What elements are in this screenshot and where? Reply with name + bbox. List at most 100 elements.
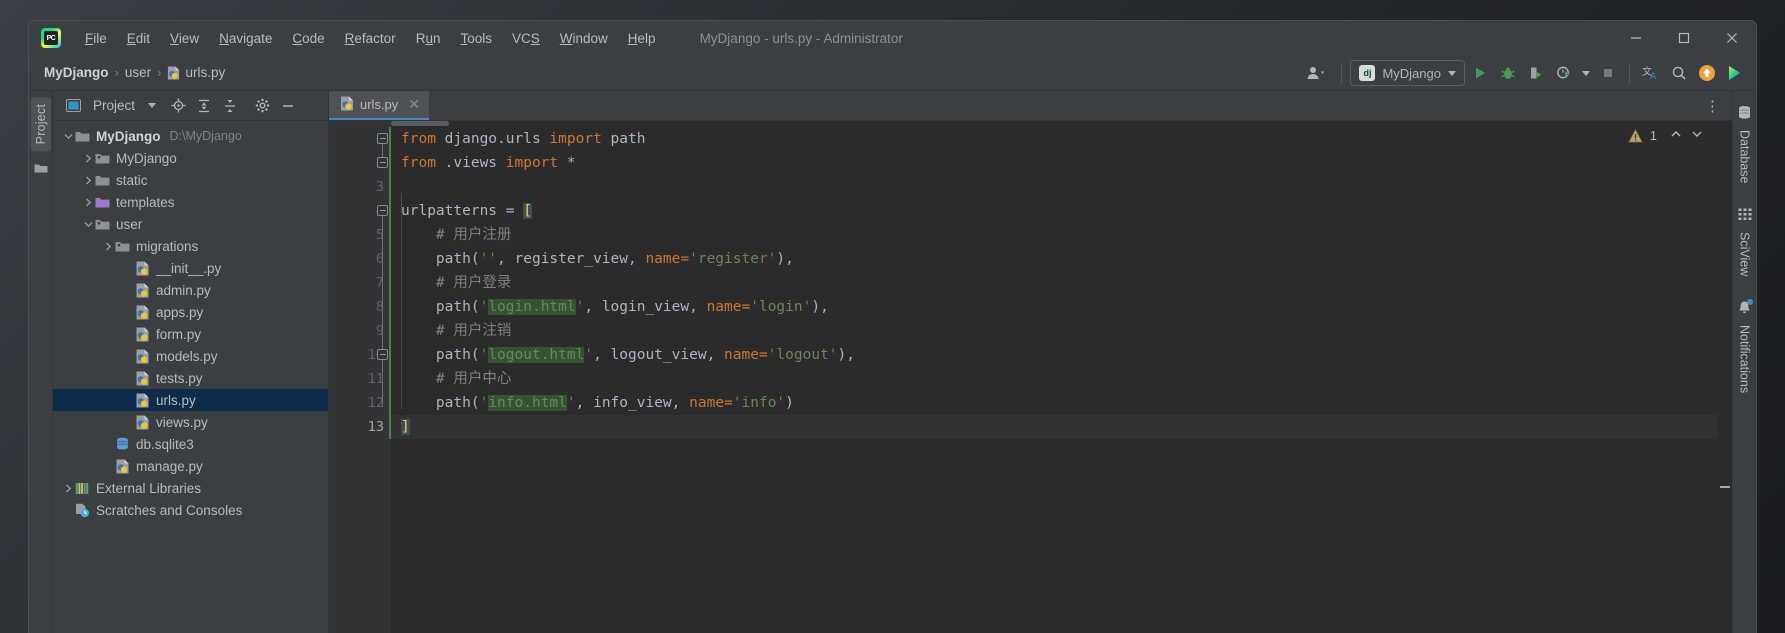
chevron-down-icon[interactable] bbox=[61, 132, 75, 141]
menu-item-window[interactable]: Window bbox=[550, 27, 618, 50]
close-button[interactable] bbox=[1708, 21, 1756, 55]
tool-window-button-sciview[interactable]: SciView bbox=[1738, 202, 1752, 290]
menu-item-vcs[interactable]: VCS bbox=[502, 27, 550, 50]
search-icon[interactable] bbox=[1666, 60, 1692, 86]
expand-all-icon[interactable] bbox=[193, 95, 215, 117]
editor-gutter[interactable]: 12345678910111213 bbox=[329, 121, 391, 633]
code-token: = bbox=[497, 203, 524, 219]
code-line[interactable] bbox=[391, 175, 1718, 199]
menu-item-file[interactable]: File bbox=[75, 27, 117, 50]
tree-item-urls-py[interactable]: urls.py bbox=[53, 389, 328, 411]
tree-item-form-py[interactable]: form.py bbox=[53, 323, 328, 345]
code-line[interactable]: path('logout.html', logout_view, name='l… bbox=[391, 343, 1718, 367]
tool-window-button-project[interactable]: Project bbox=[30, 97, 51, 152]
code-content[interactable]: from django.urls import path from .views … bbox=[391, 121, 1718, 633]
code-line[interactable]: # 用户登录 bbox=[391, 271, 1718, 295]
run-configuration-selector[interactable]: dj MyDjango bbox=[1350, 60, 1465, 86]
code-line[interactable]: from django.urls import path bbox=[391, 127, 1718, 151]
chevron-right-icon[interactable] bbox=[81, 154, 95, 163]
ide-features-icon[interactable] bbox=[1722, 60, 1748, 86]
tree-item-db-sqlite3[interactable]: db.sqlite3 bbox=[53, 433, 328, 455]
code-line[interactable]: # 用户注册 bbox=[391, 223, 1718, 247]
tree-item-user[interactable]: user bbox=[53, 213, 328, 235]
indent-guide bbox=[401, 193, 402, 409]
stop-icon[interactable] bbox=[1595, 60, 1621, 86]
settings-gear-icon[interactable] bbox=[251, 95, 273, 117]
coverage-icon[interactable] bbox=[1523, 60, 1549, 86]
profile-dropdown-icon[interactable] bbox=[1579, 60, 1593, 86]
tool-window-button-database[interactable]: Database bbox=[1737, 99, 1752, 198]
tree-item-manage-py[interactable]: manage.py bbox=[53, 455, 328, 477]
chevron-right-icon[interactable] bbox=[81, 198, 95, 207]
tree-item-templates[interactable]: templates bbox=[53, 191, 328, 213]
tree-item-apps-py[interactable]: apps.py bbox=[53, 301, 328, 323]
breadcrumb-item-mydjango[interactable]: MyDjango bbox=[41, 63, 112, 82]
menu-item-navigate[interactable]: Navigate bbox=[209, 27, 282, 50]
fold-marker-import-block[interactable] bbox=[377, 133, 388, 144]
code-line[interactable]: # 用户注销 bbox=[391, 319, 1718, 343]
error-stripe-marker[interactable] bbox=[1718, 121, 1732, 633]
menu-item-code[interactable]: Code bbox=[282, 27, 334, 50]
fold-marker-urlpatterns[interactable] bbox=[377, 205, 388, 216]
close-tab-icon[interactable]: ✕ bbox=[408, 96, 420, 113]
tree-item-tests-py[interactable]: tests.py bbox=[53, 367, 328, 389]
collapse-all-icon[interactable] bbox=[219, 95, 241, 117]
code-token: import bbox=[505, 155, 559, 171]
chevron-down-icon[interactable] bbox=[141, 95, 163, 117]
run-icon[interactable] bbox=[1467, 60, 1493, 86]
next-problem-icon[interactable] bbox=[1690, 127, 1704, 144]
user-account-icon[interactable] bbox=[1299, 60, 1333, 86]
breadcrumb-item-user[interactable]: user bbox=[122, 63, 154, 82]
menu-item-edit[interactable]: Edit bbox=[117, 27, 160, 50]
tree-item-views-py[interactable]: views.py bbox=[53, 411, 328, 433]
chevron-right-icon[interactable] bbox=[61, 484, 75, 493]
menu-item-tools[interactable]: Tools bbox=[450, 27, 502, 50]
project-tree[interactable]: MyDjango D:\MyDjango MyDjango static templat… bbox=[53, 121, 328, 633]
locate-icon[interactable] bbox=[167, 95, 189, 117]
tree-item-mydjango[interactable]: MyDjango D:\MyDjango bbox=[53, 125, 328, 147]
tree-item-mydjango[interactable]: MyDjango bbox=[53, 147, 328, 169]
code-token: # 用户注销 bbox=[401, 323, 512, 339]
tree-item-external-libraries[interactable]: External Libraries bbox=[53, 477, 328, 499]
code-line[interactable]: path('info.html', info_view, name='info'… bbox=[391, 391, 1718, 415]
editor-tab-urls-py[interactable]: urls.py ✕ bbox=[329, 91, 430, 120]
code-line[interactable]: ] bbox=[391, 415, 1718, 439]
tree-item-admin-py[interactable]: admin.py bbox=[53, 279, 328, 301]
prev-problem-icon[interactable] bbox=[1669, 127, 1683, 144]
project-view-icon[interactable] bbox=[62, 95, 84, 117]
tree-item-models-py[interactable]: models.py bbox=[53, 345, 328, 367]
tree-item--init-py[interactable]: __init__.py bbox=[53, 257, 328, 279]
fold-marker-import-end[interactable] bbox=[377, 157, 388, 168]
code-token: 'info' bbox=[732, 395, 786, 411]
maximize-button[interactable] bbox=[1660, 21, 1708, 55]
folder-icon[interactable] bbox=[34, 161, 48, 179]
chevron-down-icon[interactable] bbox=[81, 220, 95, 229]
chevron-right-icon[interactable] bbox=[81, 176, 95, 185]
debug-icon[interactable] bbox=[1495, 60, 1521, 86]
python-file-icon bbox=[135, 283, 152, 298]
translate-icon[interactable]: 文 A bbox=[1638, 60, 1664, 86]
hide-panel-icon[interactable] bbox=[277, 95, 299, 117]
minimize-button[interactable] bbox=[1612, 21, 1660, 55]
code-line[interactable]: from .views import * bbox=[391, 151, 1718, 175]
menu-item-run[interactable]: Run bbox=[406, 27, 451, 50]
menu-item-view[interactable]: View bbox=[160, 27, 209, 50]
fold-marker-urlpatterns-end[interactable] bbox=[377, 349, 388, 360]
tree-item-scratches-and-consoles[interactable]: Scratches and Consoles bbox=[53, 499, 328, 521]
menu-item-help[interactable]: Help bbox=[618, 27, 666, 50]
tree-item-migrations[interactable]: migrations bbox=[53, 235, 328, 257]
code-line[interactable]: urlpatterns = [ bbox=[391, 199, 1718, 223]
more-options-icon[interactable]: ⋮ bbox=[1701, 99, 1724, 114]
horizontal-scroll-thumb[interactable] bbox=[391, 121, 449, 126]
tree-item-static[interactable]: static bbox=[53, 169, 328, 191]
inspection-widget[interactable]: 1 bbox=[1628, 127, 1704, 144]
code-line[interactable]: path('login.html', login_view, name='log… bbox=[391, 295, 1718, 319]
update-icon[interactable] bbox=[1694, 60, 1720, 86]
chevron-right-icon[interactable] bbox=[101, 242, 115, 251]
code-line[interactable]: # 用户中心 bbox=[391, 367, 1718, 391]
tool-window-button-notifications[interactable]: Notifications bbox=[1737, 294, 1753, 407]
breadcrumb-item-urls-py[interactable]: urls.py bbox=[164, 63, 228, 82]
code-line[interactable]: path('', register_view, name='register')… bbox=[391, 247, 1718, 271]
profile-icon[interactable] bbox=[1551, 60, 1577, 86]
menu-item-refactor[interactable]: Refactor bbox=[335, 27, 406, 50]
